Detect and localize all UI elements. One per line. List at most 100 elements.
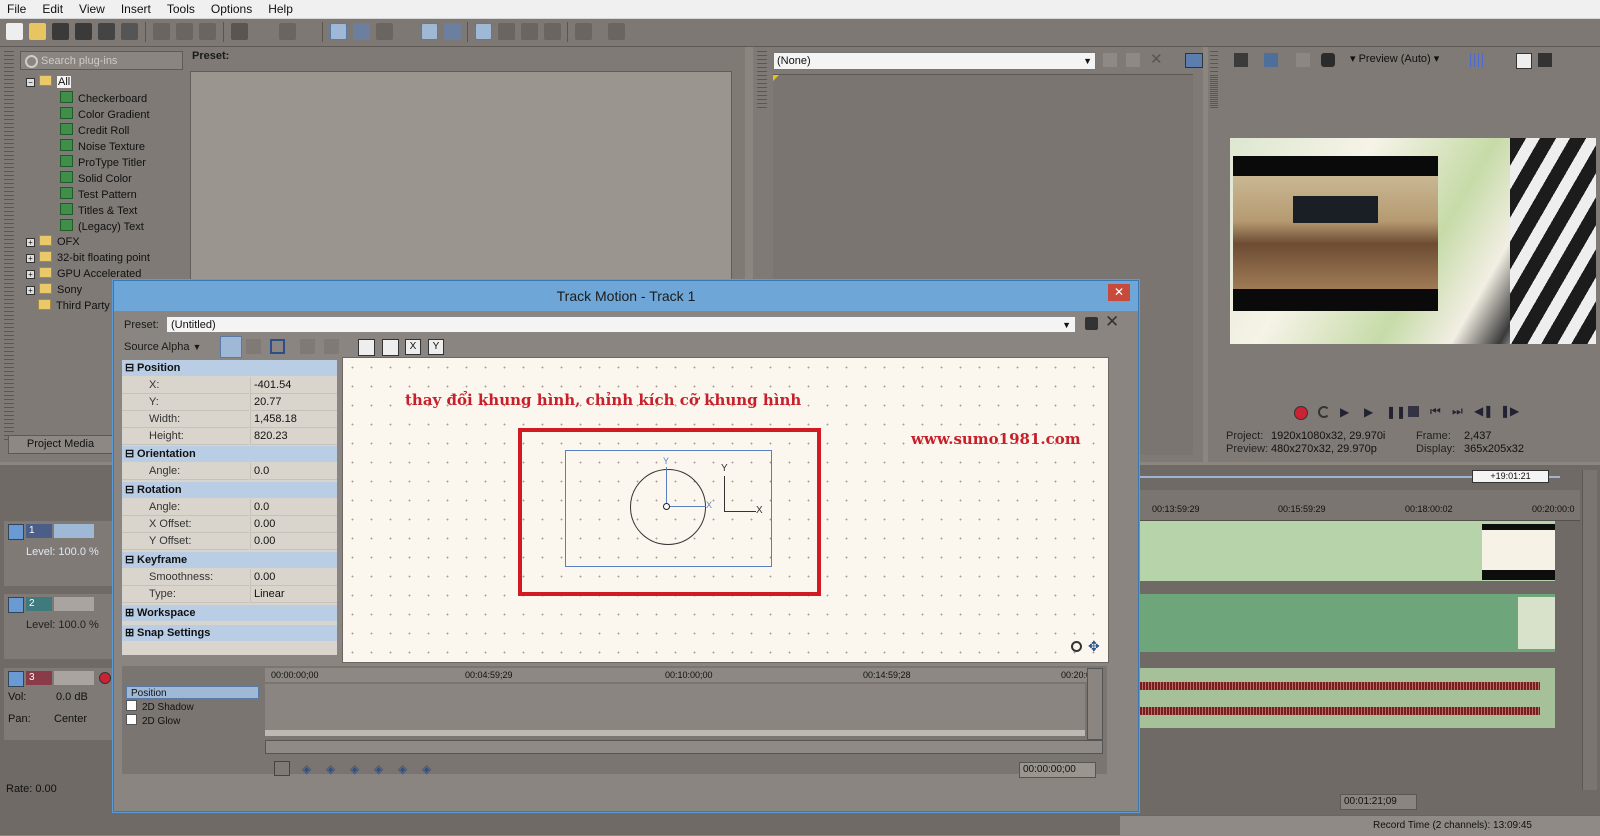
plugin-search-input[interactable]: Search plug-ins bbox=[20, 51, 183, 70]
menu-help[interactable]: Help bbox=[260, 2, 301, 16]
section-orientation[interactable]: ⊟ Orientation bbox=[122, 446, 337, 462]
track-collapse-icon[interactable] bbox=[8, 671, 24, 687]
record-icon[interactable] bbox=[1294, 406, 1308, 420]
tree-node-32bit[interactable]: +32-bit floating point bbox=[26, 251, 150, 266]
go-to-start-icon[interactable]: ⏮ bbox=[1430, 404, 1441, 419]
collapse-icon[interactable]: ⊟ bbox=[125, 552, 134, 568]
close-icon[interactable]: ✕ bbox=[1108, 284, 1130, 301]
expand-icon[interactable]: ⊞ bbox=[125, 625, 134, 641]
tree-node-solid-color[interactable]: Solid Color bbox=[60, 171, 132, 186]
audio-track-lane[interactable] bbox=[1140, 668, 1555, 728]
checkbox[interactable] bbox=[126, 700, 137, 711]
video-clip[interactable] bbox=[1518, 597, 1555, 649]
menu-file[interactable]: File bbox=[0, 2, 34, 16]
panel-grip[interactable] bbox=[4, 51, 14, 441]
tree-node-sony[interactable]: + Sony bbox=[26, 283, 82, 298]
source-alpha-select[interactable]: Source Alpha ▼ bbox=[124, 341, 201, 353]
create-keyframe-icon[interactable]: ◈ bbox=[350, 762, 359, 776]
enable-2d-icon[interactable] bbox=[270, 339, 285, 354]
new-icon[interactable] bbox=[6, 23, 23, 40]
maintain-aspect-icon[interactable] bbox=[324, 339, 339, 354]
play-from-start-icon[interactable]: ▶ bbox=[1340, 405, 1349, 419]
preview-fx-icon[interactable] bbox=[1296, 53, 1310, 67]
menu-edit[interactable]: Edit bbox=[34, 2, 71, 16]
section-rotation[interactable]: ⊟ Rotation bbox=[122, 482, 337, 498]
kf-track-position[interactable]: Position bbox=[126, 686, 259, 699]
open-icon[interactable] bbox=[29, 23, 46, 40]
prop-row[interactable]: X: -401.54 bbox=[122, 377, 337, 394]
prop-row[interactable]: X Offset: 0.00 bbox=[122, 516, 337, 533]
first-keyframe-icon[interactable]: ◈ bbox=[302, 762, 311, 776]
ripple-edit-icon[interactable] bbox=[376, 23, 393, 40]
prop-row[interactable]: Angle: 0.0 bbox=[122, 463, 337, 480]
track-collapse-icon[interactable] bbox=[8, 524, 24, 540]
expand-icon[interactable]: ⊞ bbox=[125, 605, 134, 621]
track-name-field[interactable] bbox=[54, 597, 94, 611]
track-collapse-icon[interactable] bbox=[8, 597, 24, 613]
lock-x-axis-icon[interactable]: X bbox=[405, 339, 421, 355]
collapse-icon[interactable]: ⊟ bbox=[125, 446, 134, 462]
timeline-ruler[interactable]: 00:13:59:29 00:15:59:29 00:18:00:02 00:2… bbox=[1140, 490, 1580, 521]
zoom-tool-icon[interactable] bbox=[544, 23, 561, 40]
prop-row[interactable]: Smoothness: 0.00 bbox=[122, 569, 337, 586]
prop-row[interactable]: Height: 820.23 bbox=[122, 428, 337, 445]
tree-node-legacy-text[interactable]: (Legacy) Text bbox=[60, 219, 144, 234]
motion-workspace[interactable]: thay đổi khung hình, chỉnh kích cỡ khung… bbox=[342, 357, 1109, 663]
prop-row[interactable]: Angle: 0.0 bbox=[122, 499, 337, 516]
tree-node-test-pattern[interactable]: Test Pattern bbox=[60, 187, 137, 202]
tree-node-protype-titler[interactable]: ProType Titler bbox=[60, 155, 146, 170]
video-track-1-lane[interactable] bbox=[1140, 521, 1555, 581]
stop-icon[interactable] bbox=[1408, 406, 1419, 417]
dialog-preset-select[interactable]: (Untitled) ▼ bbox=[166, 316, 1076, 333]
enable-snapping-icon[interactable] bbox=[330, 23, 347, 40]
pan-value[interactable]: Center bbox=[54, 713, 87, 725]
kf-track-2d-shadow[interactable]: 2D Shadow bbox=[126, 700, 259, 713]
section-snap-settings[interactable]: ⊞ Snap Settings bbox=[122, 625, 337, 641]
next-keyframe-icon[interactable]: ◈ bbox=[398, 762, 407, 776]
section-workspace[interactable]: ⊞ Workspace bbox=[122, 605, 337, 621]
center-point[interactable] bbox=[663, 503, 670, 510]
kf-vertical-scrollbar[interactable] bbox=[1087, 668, 1103, 740]
lock-envelopes-icon[interactable] bbox=[421, 23, 438, 40]
sync-cursor-icon[interactable] bbox=[274, 761, 290, 776]
edit-mode-icon[interactable] bbox=[246, 339, 261, 354]
save-snapshot-icon[interactable] bbox=[1538, 53, 1552, 67]
split-tool-icon[interactable] bbox=[575, 23, 592, 40]
external-monitor-icon[interactable] bbox=[1264, 53, 1278, 67]
menu-view[interactable]: View bbox=[71, 2, 113, 16]
ignore-grouping-icon[interactable] bbox=[444, 23, 461, 40]
render-icon[interactable] bbox=[98, 23, 115, 40]
menu-insert[interactable]: Insert bbox=[113, 2, 159, 16]
tree-node-noise-texture[interactable]: Noise Texture bbox=[60, 139, 145, 154]
preview-properties-icon[interactable] bbox=[1234, 53, 1248, 67]
help-icon[interactable] bbox=[608, 23, 625, 40]
split-screen-icon[interactable] bbox=[1321, 53, 1335, 67]
tab-project-media[interactable]: Project Media bbox=[8, 435, 113, 454]
move-freely-icon[interactable] bbox=[358, 339, 375, 356]
delete-preset-icon[interactable]: ✕ bbox=[1105, 312, 1119, 332]
section-keyframe[interactable]: ⊟ Keyframe bbox=[122, 552, 337, 568]
paste-icon[interactable] bbox=[199, 23, 216, 40]
kf-time-display[interactable]: 00:00:00;00 bbox=[1019, 762, 1096, 778]
auto-crossfade-icon[interactable] bbox=[353, 23, 370, 40]
close-icon[interactable]: ✕ bbox=[1150, 50, 1163, 68]
kf-track-2d-glow[interactable]: 2D Glow bbox=[126, 714, 259, 727]
fx-plugin-icon[interactable] bbox=[1103, 53, 1117, 67]
tree-node-titles-text[interactable]: Titles & Text bbox=[60, 203, 137, 218]
fx-preset-select[interactable]: (None) ▼ bbox=[773, 52, 1096, 70]
track-level[interactable]: Level: 100.0 % bbox=[26, 619, 99, 631]
video-clip[interactable] bbox=[1482, 524, 1555, 580]
menu-tools[interactable]: Tools bbox=[159, 2, 203, 16]
pause-icon[interactable]: ❚❚ bbox=[1386, 405, 1406, 419]
fx-display-icon[interactable] bbox=[1185, 53, 1203, 68]
save-preset-icon[interactable] bbox=[1085, 317, 1098, 330]
copy-snapshot-icon[interactable] bbox=[1516, 53, 1532, 69]
lock-x-icon[interactable] bbox=[382, 339, 399, 356]
save-icon[interactable] bbox=[52, 23, 69, 40]
collapse-icon[interactable]: ⊟ bbox=[125, 360, 134, 376]
redo-icon[interactable] bbox=[279, 23, 296, 40]
tree-node-checkerboard[interactable]: Checkerboard bbox=[60, 91, 147, 106]
tree-node-third-party[interactable]: Third Party bbox=[38, 299, 110, 314]
checkbox[interactable] bbox=[126, 714, 137, 725]
loop-icon[interactable] bbox=[1318, 406, 1330, 418]
